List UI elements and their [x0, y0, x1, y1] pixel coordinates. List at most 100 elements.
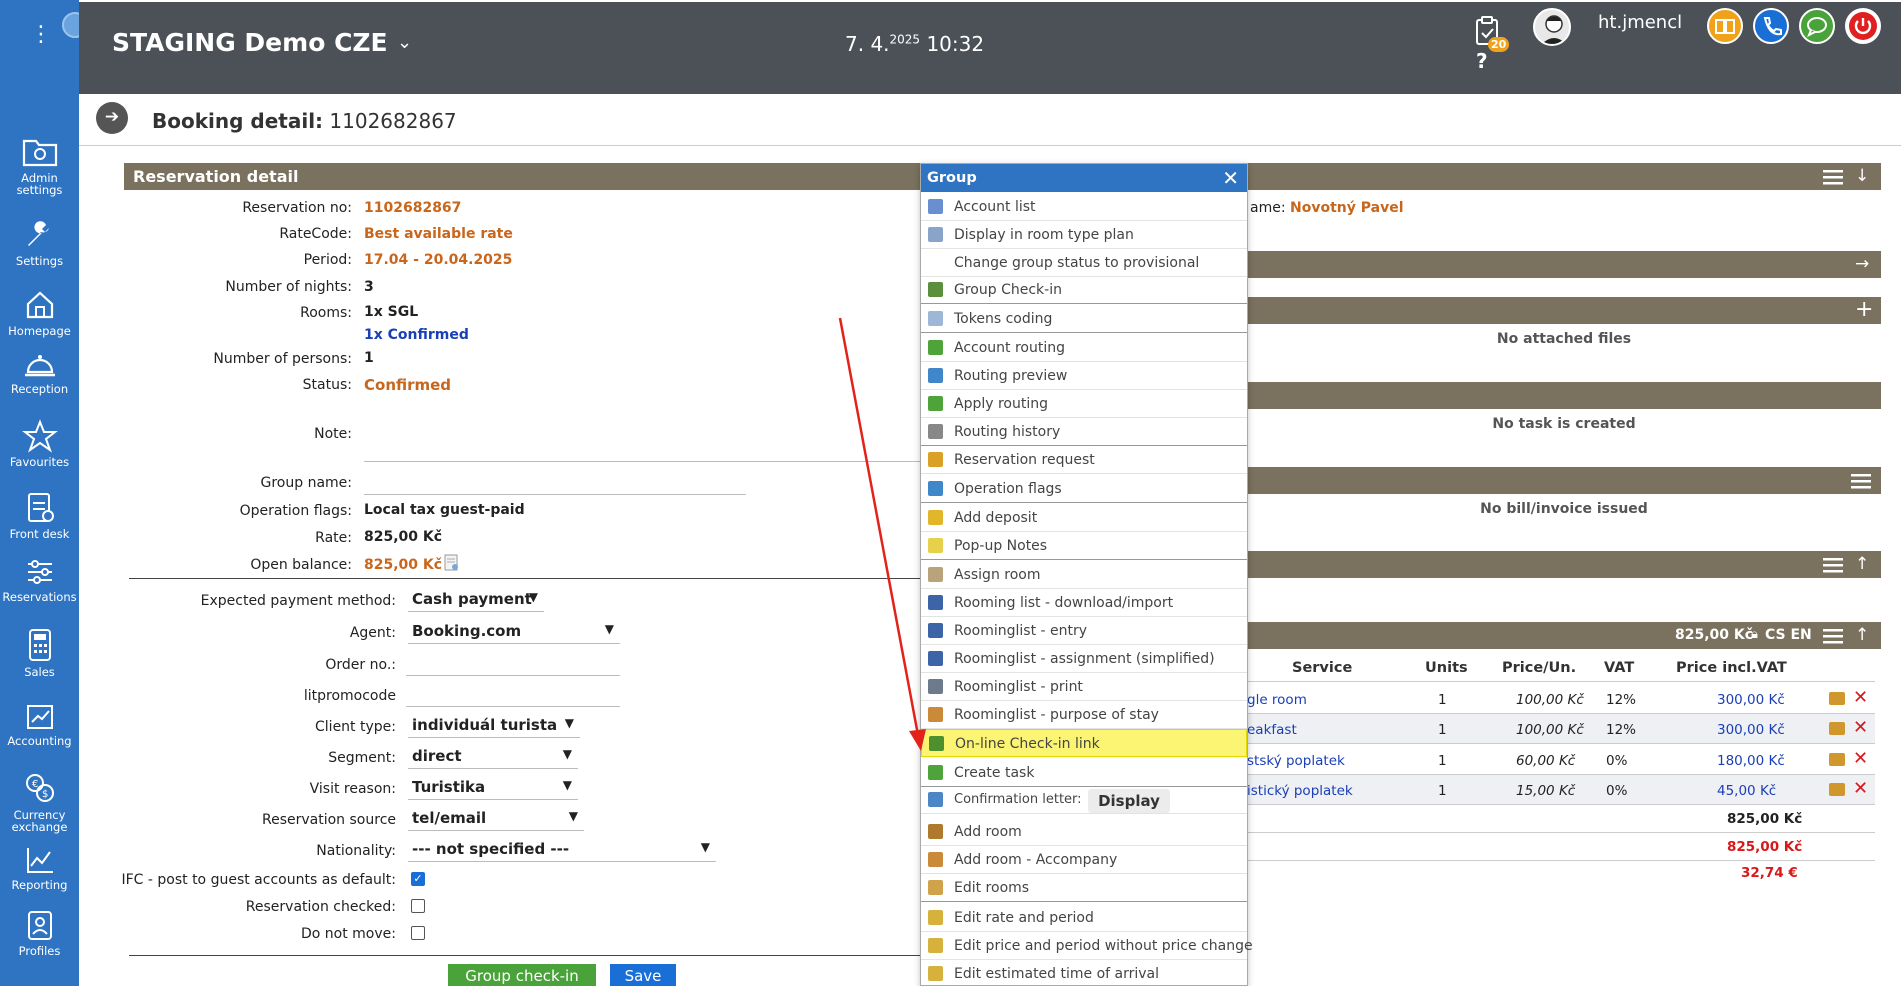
segment-select[interactable]: direct ▼: [408, 747, 578, 769]
sidebar-item-favourites[interactable]: Favourites: [0, 419, 79, 468]
group-menu-item-routing-history[interactable]: Routing history: [921, 418, 1247, 446]
group-menu-item-rooming-list-download-import[interactable]: Rooming list - download/import: [921, 589, 1247, 617]
arrow-down-icon[interactable]: ↓: [1855, 166, 1869, 186]
visit-select[interactable]: Turistika ▼: [408, 778, 578, 800]
total-cell[interactable]: 45,00 Kč: [1717, 783, 1776, 799]
group-menu-item-on-line-check-in-link[interactable]: On-line Check-in link: [921, 729, 1247, 757]
group-checkin-button[interactable]: Group check-in: [448, 964, 596, 986]
rooms-confirmed-link[interactable]: 1x Confirmed: [364, 327, 469, 343]
group-menu-item-account-routing[interactable]: Account routing: [921, 334, 1247, 362]
sidebar-item-settings[interactable]: Settings: [0, 218, 79, 267]
add-icon[interactable]: +: [1855, 297, 1873, 322]
book-icon[interactable]: [1707, 8, 1743, 44]
group-menu-item-add-deposit[interactable]: Add deposit: [921, 504, 1247, 532]
menu-icon[interactable]: [1823, 628, 1843, 644]
arrow-right-icon[interactable]: →: [1855, 254, 1869, 274]
ratecode-value[interactable]: Best available rate: [364, 226, 513, 242]
group-menu-item-group-check-in[interactable]: Group Check-in: [921, 276, 1247, 304]
sidebar-item-profiles[interactable]: Profiles: [0, 908, 79, 957]
service-cell[interactable]: istický poplatek: [1247, 783, 1353, 799]
delete-icon[interactable]: ✕: [1853, 748, 1868, 769]
menu-icon[interactable]: [1851, 473, 1871, 489]
group-menu-item-roominglist-purpose-of-stay[interactable]: Roominglist - purpose of stay: [921, 701, 1247, 729]
total-cell[interactable]: 300,00 Kč: [1717, 722, 1785, 738]
guest-name[interactable]: Novotný Pavel: [1290, 200, 1404, 216]
more-menu-icon[interactable]: ⋮: [30, 24, 52, 46]
group-menu-item-confirmation-letter[interactable]: Confirmation letter: Display: [921, 786, 1247, 814]
group-menu-item-reservation-request[interactable]: Reservation request: [921, 446, 1247, 474]
group-menu-item-assign-room[interactable]: Assign room: [921, 561, 1247, 589]
group-menu-item-roominglist-assignment-simplified[interactable]: Roominglist - assignment (simplified): [921, 645, 1247, 673]
power-icon[interactable]: [1845, 8, 1881, 44]
delete-icon[interactable]: ✕: [1853, 778, 1868, 799]
reservation-checked-checkbox[interactable]: [411, 899, 425, 913]
sidebar-item-sales[interactable]: Sales: [0, 627, 79, 678]
group-menu-item-edit-price-and-period-without-price-change[interactable]: Edit price and period without price chan…: [921, 932, 1253, 960]
note-field[interactable]: [364, 438, 920, 462]
group-menu-item-add-room[interactable]: Add room: [921, 818, 1247, 846]
total-cell[interactable]: 180,00 Kč: [1717, 753, 1785, 769]
group-menu-item-account-list[interactable]: Account list: [921, 193, 1247, 221]
sidebar-item-reporting[interactable]: Reporting: [0, 844, 79, 891]
do-not-move-checkbox[interactable]: [411, 926, 425, 940]
agent-select[interactable]: Booking.com ▼: [408, 622, 620, 644]
chevron-down-icon[interactable]: ⌄: [397, 32, 412, 53]
group-menu-item-add-room-accompany[interactable]: Add room - Accompany: [921, 846, 1247, 874]
sidebar-item-front-desk[interactable]: Front desk: [0, 489, 79, 540]
edit-icon[interactable]: [1829, 722, 1845, 735]
group-menu-item-apply-routing[interactable]: Apply routing: [921, 390, 1247, 418]
nationality-select[interactable]: --- not specified --- ▼: [408, 840, 716, 862]
source-select[interactable]: tel/email ▼: [408, 809, 584, 831]
sidebar-item-reception[interactable]: Reception: [0, 350, 79, 395]
group-name-field[interactable]: [364, 473, 746, 495]
total-cell[interactable]: 300,00 Kč: [1717, 692, 1785, 708]
sidebar-item-admin[interactable]: Admin settings: [0, 135, 79, 196]
save-button[interactable]: Save: [610, 964, 676, 986]
group-menu-item-edit-rate-and-period[interactable]: Edit rate and period: [921, 904, 1247, 932]
group-menu-item-display-in-room-type-plan[interactable]: Display in room type plan: [921, 221, 1247, 249]
delete-icon[interactable]: ✕: [1853, 687, 1868, 708]
promocode-field[interactable]: [406, 685, 620, 707]
sidebar-item-reservations[interactable]: Reservations: [0, 556, 79, 603]
document-icon[interactable]: [444, 554, 460, 572]
group-menu-item-routing-preview[interactable]: Routing preview: [921, 362, 1247, 390]
group-menu-item-edit-estimated-time-of-arrival[interactable]: Edit estimated time of arrival: [921, 960, 1247, 986]
group-menu-item-tokens-coding[interactable]: Tokens coding: [921, 305, 1247, 333]
close-icon[interactable]: ✕: [1222, 166, 1239, 190]
service-cell[interactable]: eakfast: [1247, 722, 1297, 738]
chat-icon[interactable]: [1799, 8, 1835, 44]
phone-icon[interactable]: [1753, 8, 1789, 44]
service-cell[interactable]: gle room: [1247, 692, 1307, 708]
period-value[interactable]: 17.04 - 20.04.2025: [364, 252, 512, 268]
language-selector[interactable]: CS EN: [1765, 627, 1812, 643]
hotel-title[interactable]: STAGING Demo CZE: [112, 28, 388, 57]
open-balance-value[interactable]: 825,00 Kč: [364, 557, 442, 573]
menu-icon[interactable]: [1823, 557, 1843, 573]
edit-icon[interactable]: [1829, 692, 1845, 705]
username[interactable]: ht.jmencl: [1598, 12, 1682, 33]
payment-select[interactable]: Cash payment ▼: [408, 590, 544, 612]
help-icon[interactable]: ?: [1476, 49, 1488, 73]
sidebar-item-accounting[interactable]: Accounting: [0, 698, 79, 747]
group-menu-item-create-task[interactable]: Create task: [921, 759, 1247, 787]
arrow-up-icon[interactable]: ↑: [1855, 625, 1869, 645]
forward-arrow-icon[interactable]: ➔: [96, 102, 128, 134]
group-menu-item-edit-rooms[interactable]: Edit rooms: [921, 874, 1247, 902]
client-type-select[interactable]: individuál turista ▼: [408, 716, 580, 738]
sidebar-item-currency[interactable]: € $ Currency exchange: [0, 770, 79, 833]
avatar[interactable]: [1533, 8, 1571, 46]
arrow-up-icon[interactable]: ↑: [1855, 554, 1869, 574]
order-field[interactable]: [406, 654, 620, 676]
ifc-checkbox[interactable]: ✓: [411, 872, 425, 886]
group-menu-item-operation-flags[interactable]: Operation flags: [921, 475, 1247, 503]
display-button[interactable]: Display: [1088, 789, 1170, 813]
edit-icon[interactable]: [1829, 783, 1845, 796]
group-menu-item-roominglist-entry[interactable]: Roominglist - entry: [921, 617, 1247, 645]
menu-icon[interactable]: [1823, 169, 1843, 185]
group-menu-item-pop-up-notes[interactable]: Pop-up Notes: [921, 532, 1247, 560]
sidebar-item-homepage[interactable]: Homepage: [0, 288, 79, 337]
group-menu-item-roominglist-print[interactable]: Roominglist - print: [921, 673, 1247, 701]
service-cell[interactable]: stský poplatek: [1247, 753, 1345, 769]
delete-icon[interactable]: ✕: [1853, 717, 1868, 738]
group-menu-item-change-group-status-to-provisional[interactable]: Change group status to provisional: [921, 249, 1247, 277]
